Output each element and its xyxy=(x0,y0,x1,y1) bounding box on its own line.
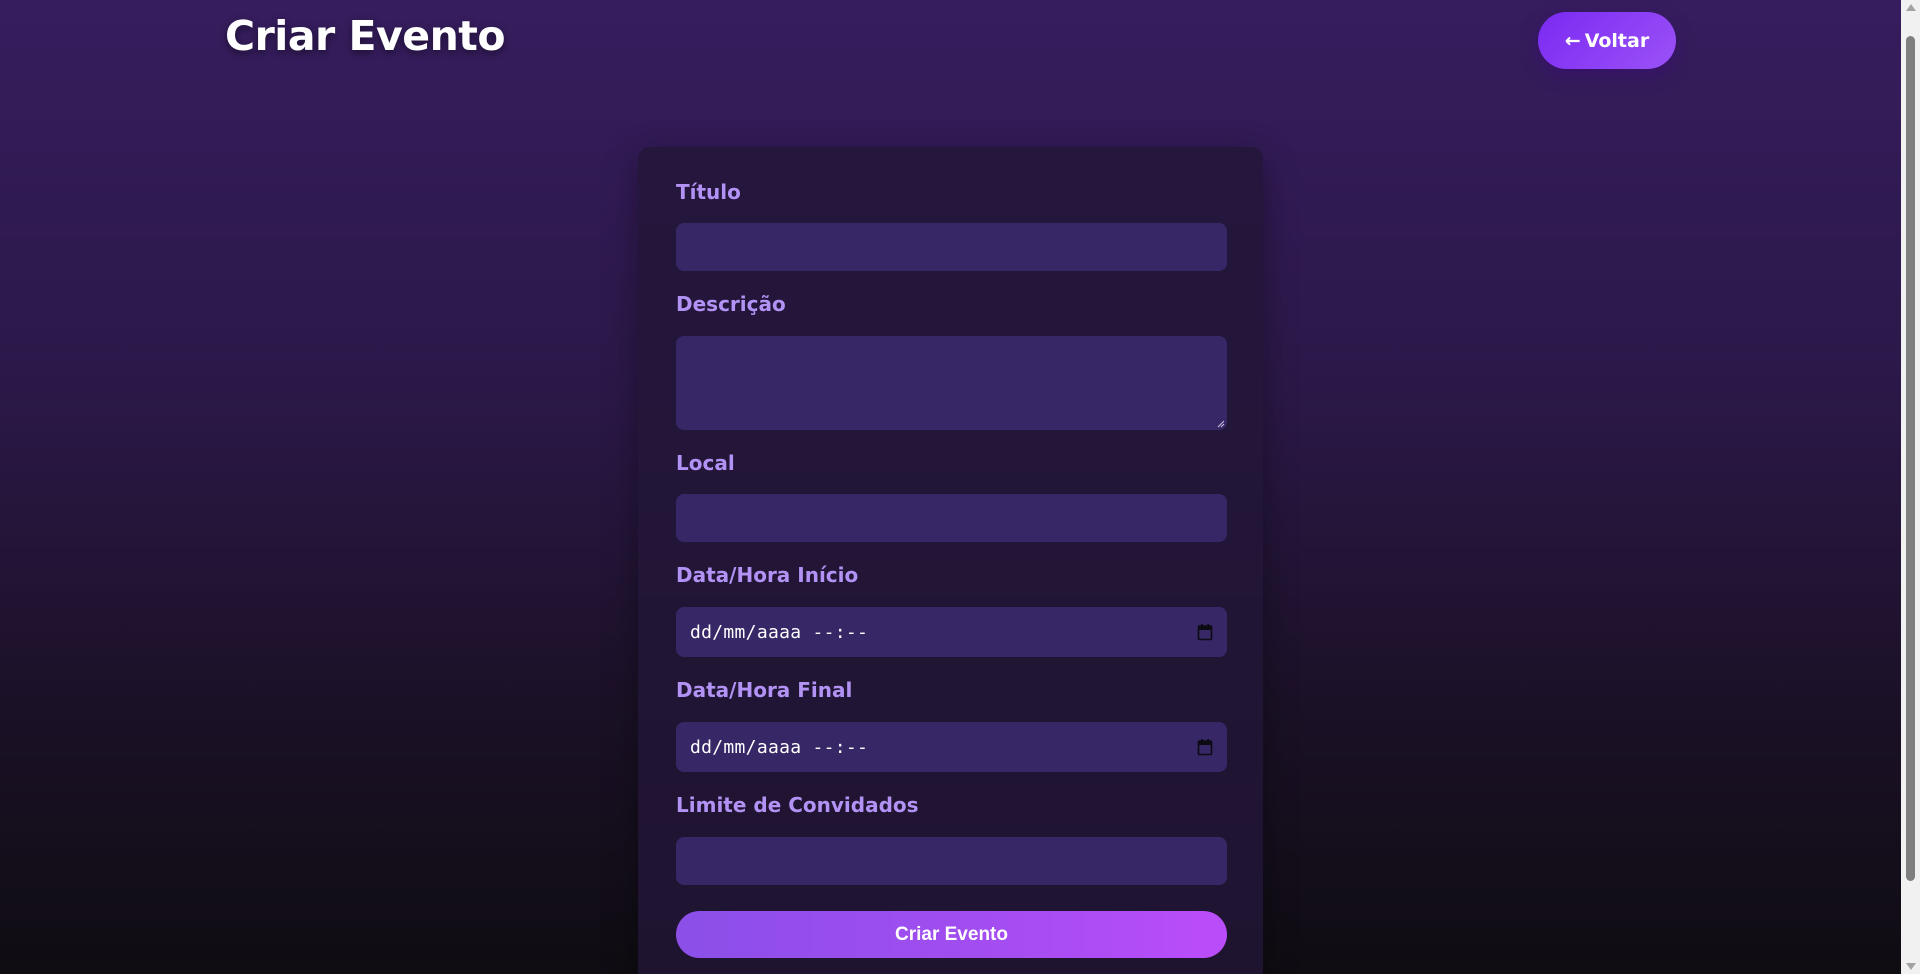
description-label: Descrição xyxy=(676,292,786,316)
scroll-up-arrow-icon[interactable] xyxy=(1906,4,1916,11)
end-datetime-input[interactable]: dd/mm/aaaa --:-- xyxy=(676,722,1227,772)
scroll-down-arrow-icon[interactable] xyxy=(1906,963,1916,970)
start-datetime-label: Data/Hora Início xyxy=(676,563,859,587)
start-datetime-placeholder: dd/mm/aaaa --:-- xyxy=(690,621,869,643)
page: Criar Evento ← Voltar Título Descrição L… xyxy=(0,0,1901,974)
create-event-form: Título Descrição Local Data/Hora Início … xyxy=(638,147,1263,974)
description-field-wrapper xyxy=(676,336,1227,430)
guest-limit-input[interactable] xyxy=(676,837,1227,885)
end-datetime-placeholder: dd/mm/aaaa --:-- xyxy=(690,736,869,758)
page-title: Criar Evento xyxy=(225,12,506,60)
create-event-button[interactable]: Criar Evento xyxy=(676,911,1227,958)
arrow-left-icon: ← xyxy=(1564,29,1581,52)
back-button-label: Voltar xyxy=(1584,29,1650,52)
location-input[interactable] xyxy=(676,494,1227,542)
vertical-scrollbar[interactable] xyxy=(1901,0,1920,974)
calendar-icon[interactable] xyxy=(1197,738,1213,756)
guest-limit-label: Limite de Convidados xyxy=(676,793,919,817)
back-button[interactable]: ← Voltar xyxy=(1538,12,1676,69)
resize-grip-icon[interactable] xyxy=(1217,420,1225,428)
location-label: Local xyxy=(676,451,735,475)
title-input[interactable] xyxy=(676,223,1227,271)
scroll-thumb[interactable] xyxy=(1906,36,1915,881)
description-textarea[interactable] xyxy=(676,336,1227,430)
title-label: Título xyxy=(676,180,741,204)
end-datetime-label: Data/Hora Final xyxy=(676,678,853,702)
calendar-icon[interactable] xyxy=(1197,623,1213,641)
start-datetime-input[interactable]: dd/mm/aaaa --:-- xyxy=(676,607,1227,657)
